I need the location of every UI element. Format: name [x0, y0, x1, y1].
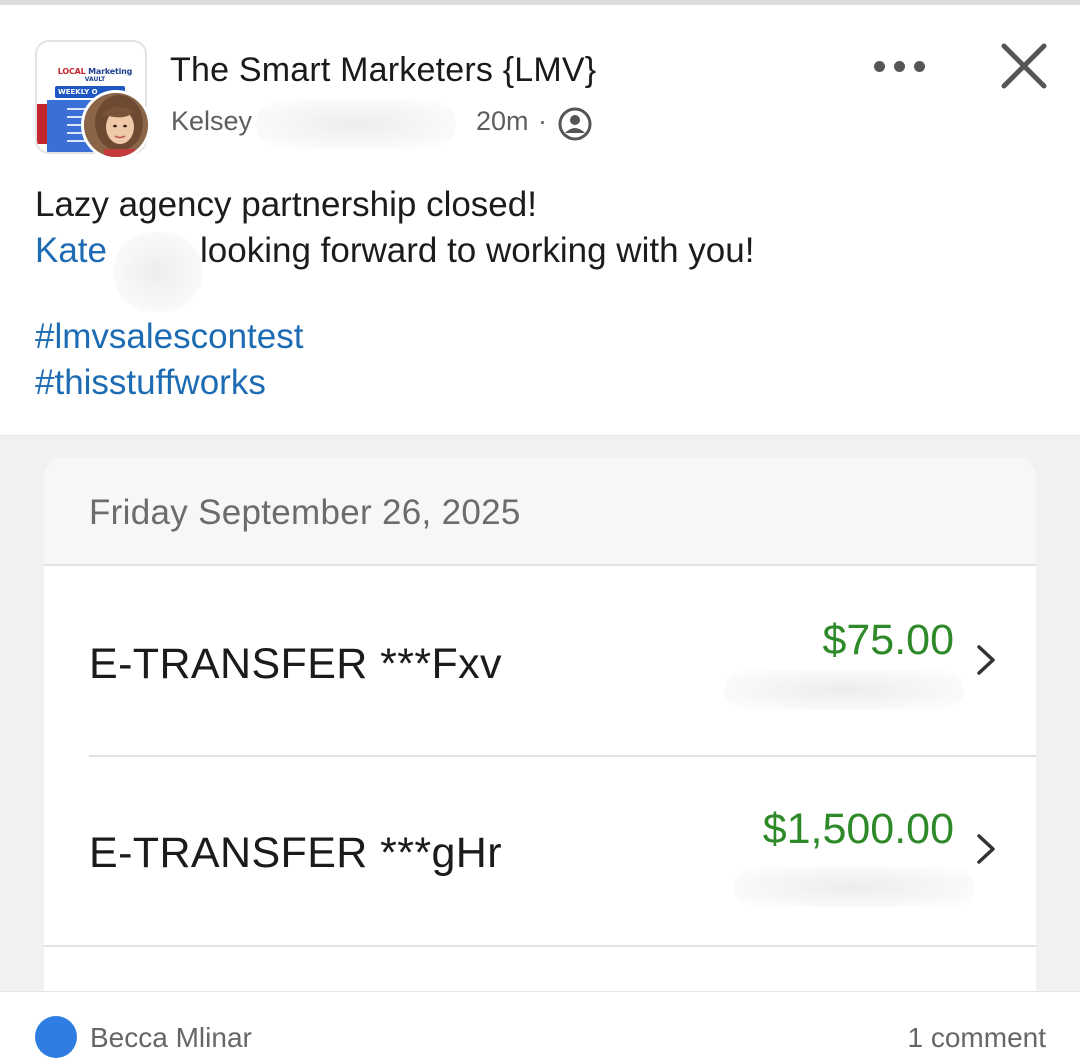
- hashtag-link[interactable]: #thisstuffworks: [35, 363, 266, 403]
- reactor-name[interactable]: Becca Mlinar: [90, 1022, 252, 1054]
- redacted-mention-surname: [113, 232, 203, 312]
- redacted-subline: [724, 670, 964, 710]
- members-icon: [558, 107, 592, 141]
- brand-word-local: LOCAL: [57, 67, 86, 76]
- row-divider: [44, 945, 1036, 947]
- chevron-right-icon: [977, 645, 995, 675]
- transaction-row[interactable]: E-TRANSFER ***Fxv $75.00: [44, 566, 1036, 754]
- brand-word-marketing: Marketing: [88, 67, 133, 76]
- post: LOCAL Marketing VAULT WEEKLY O The Smart…: [0, 5, 1080, 435]
- meta-separator: ·: [538, 106, 547, 136]
- group-avatar-brand: LOCAL Marketing: [49, 68, 141, 76]
- redacted-surname: [256, 100, 456, 148]
- chevron-right-icon: [977, 834, 995, 864]
- date-header: Friday September 26, 2025: [44, 458, 1036, 566]
- post-body-line-2: Kate: [35, 228, 107, 274]
- like-icon[interactable]: [35, 1016, 77, 1058]
- transaction-label: E-TRANSFER ***Fxv: [89, 640, 502, 688]
- bank-transactions-card: Friday September 26, 2025 E-TRANSFER ***…: [44, 458, 1036, 1018]
- transaction-row[interactable]: E-TRANSFER ***gHr $1,500.00: [44, 757, 1036, 945]
- close-icon[interactable]: [996, 38, 1052, 94]
- post-image[interactable]: Friday September 26, 2025 E-TRANSFER ***…: [0, 435, 1080, 1018]
- transaction-label: E-TRANSFER ***gHr: [89, 829, 502, 877]
- more-icon[interactable]: [868, 49, 932, 85]
- reactions-bar: Becca Mlinar 1 comment: [0, 991, 1080, 1058]
- transaction-amount: $1,500.00: [762, 805, 954, 853]
- group-name[interactable]: The Smart Marketers {LMV}: [170, 51, 596, 90]
- group-avatar-vault: VAULT: [84, 76, 106, 83]
- post-time[interactable]: 20m: [476, 106, 529, 137]
- hashtag-link[interactable]: #lmvsalescontest: [35, 317, 303, 357]
- redacted-subline: [734, 867, 974, 907]
- post-body-line-2-rest: looking forward to working with you!: [200, 231, 755, 270]
- post-body-line-1: Lazy agency partnership closed!: [35, 185, 537, 224]
- transaction-amount: $75.00: [822, 616, 954, 664]
- author-avatar[interactable]: [81, 90, 151, 160]
- transaction-date: Friday September 26, 2025: [89, 493, 521, 532]
- comment-count[interactable]: 1 comment: [908, 1022, 1047, 1054]
- author-name[interactable]: Kelsey: [171, 106, 252, 137]
- mention-link[interactable]: Kate: [35, 231, 107, 270]
